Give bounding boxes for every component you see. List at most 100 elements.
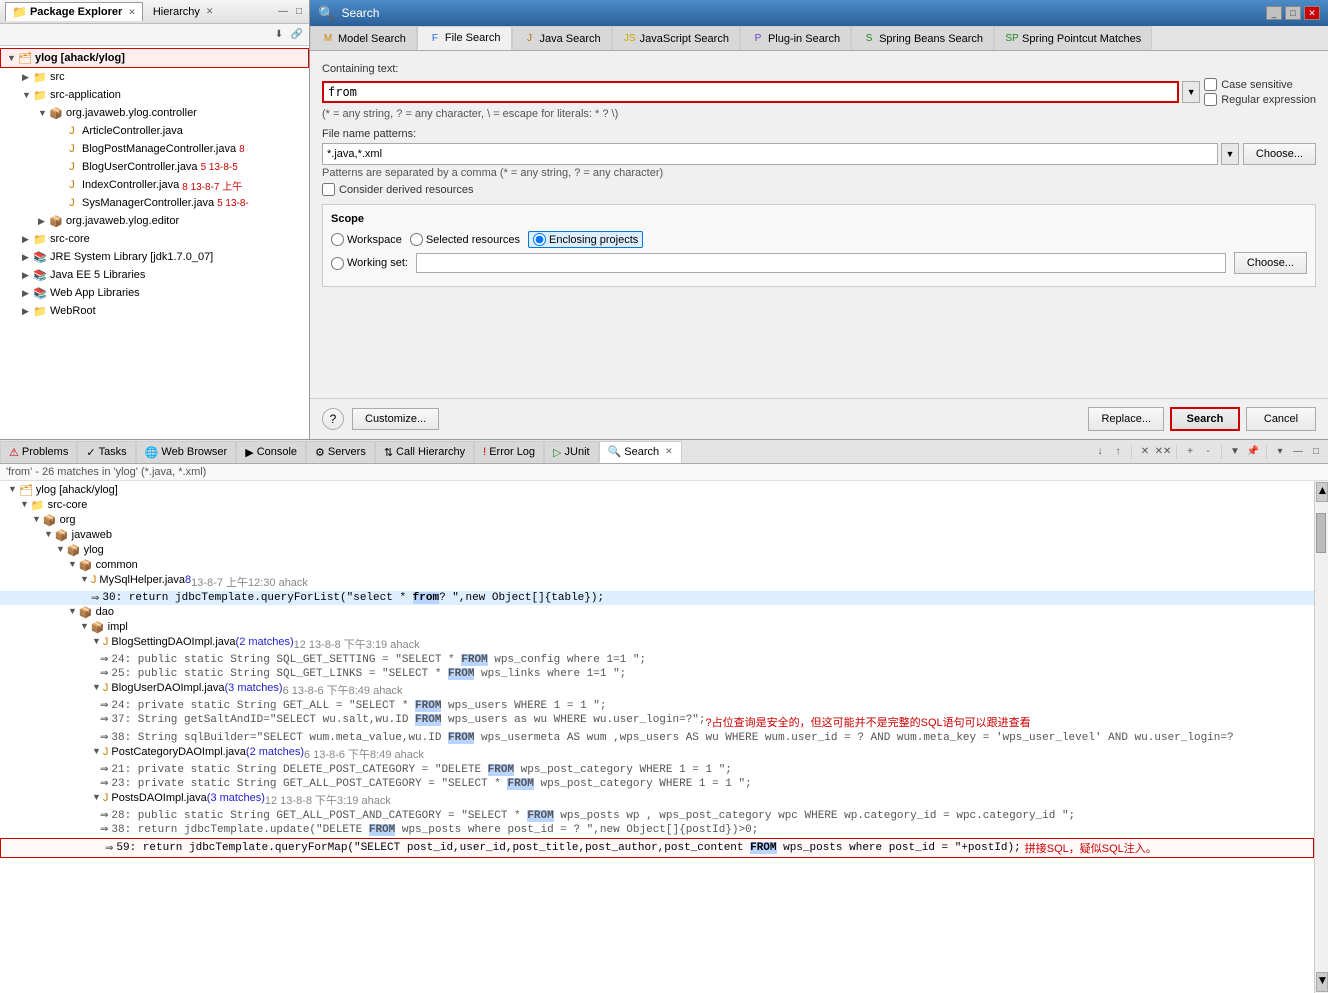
close-hierarchy-icon[interactable]: ✕ bbox=[206, 6, 214, 17]
scope-workspace-radio[interactable] bbox=[331, 233, 344, 246]
result-arrow-mysqlhelper[interactable]: ▼ bbox=[80, 574, 89, 584]
close-package-explorer-icon[interactable]: ✕ bbox=[128, 7, 136, 18]
tab-call-hierarchy[interactable]: ⇅ Call Hierarchy bbox=[375, 441, 474, 463]
collapse-all-results-button[interactable]: - bbox=[1200, 444, 1216, 460]
regular-expression-checkbox[interactable] bbox=[1204, 93, 1217, 106]
result-arrow-common[interactable]: ▼ bbox=[68, 559, 77, 569]
tree-arrow-webapp[interactable]: ▶ bbox=[22, 288, 32, 299]
tree-item-webapp[interactable]: ▶ 📚 Web App Libraries bbox=[0, 284, 309, 302]
scope-selected-radio[interactable] bbox=[410, 233, 423, 246]
result-postcategory-dao[interactable]: ▼ J PostCategoryDAOImpl.java (2 matches)… bbox=[0, 745, 1314, 763]
cancel-button[interactable]: Cancel bbox=[1246, 407, 1316, 431]
next-match-button[interactable]: ↓ bbox=[1092, 444, 1108, 460]
tree-item-jre[interactable]: ▶ 📚 JRE System Library [jdk1.7.0_07] bbox=[0, 248, 309, 266]
consider-derived-label[interactable]: Consider derived resources bbox=[339, 184, 474, 196]
result-arrow-dao[interactable]: ▼ bbox=[68, 606, 77, 616]
result-src-core[interactable]: ▼ 📁 src-core bbox=[0, 498, 1314, 513]
choose-working-set-button[interactable]: Choose... bbox=[1234, 252, 1307, 274]
tree-item-javaee[interactable]: ▶ 📚 Java EE 5 Libraries bbox=[0, 266, 309, 284]
help-button[interactable]: ? bbox=[322, 408, 344, 430]
result-bloguser-dao[interactable]: ▼ J BlogUserDAOImpl.java (3 matches) 6 1… bbox=[0, 681, 1314, 699]
tab-model-search[interactable]: M Model Search bbox=[310, 26, 417, 50]
maximize-panel-icon[interactable]: □ bbox=[294, 6, 304, 17]
containing-text-dropdown[interactable]: ▼ bbox=[1182, 81, 1200, 103]
tree-item-article-controller[interactable]: J ArticleController.java bbox=[0, 122, 309, 140]
working-set-input[interactable] bbox=[416, 253, 1226, 273]
tab-error-log[interactable]: ! Error Log bbox=[474, 441, 544, 463]
scope-selected[interactable]: Selected resources bbox=[410, 233, 520, 246]
tab-console[interactable]: ▶ Console bbox=[236, 441, 306, 463]
result-arrow-blogsetting[interactable]: ▼ bbox=[92, 636, 101, 646]
tab-servers[interactable]: ⚙ Servers bbox=[306, 441, 375, 463]
tab-spring-beans-search[interactable]: S Spring Beans Search bbox=[851, 26, 994, 50]
tab-plugin-search[interactable]: P Plug-in Search bbox=[740, 26, 851, 50]
scrollbar-thumb[interactable] bbox=[1316, 513, 1326, 553]
result-arrow-ylog-sub[interactable]: ▼ bbox=[56, 544, 65, 554]
result-root-ylog[interactable]: ▼ 🗂 ylog [ahack/ylog] bbox=[0, 483, 1314, 498]
tree-item-index-controller[interactable]: J IndexController.java 8 13-8-7 上午 bbox=[0, 176, 309, 194]
customize-button[interactable]: Customize... bbox=[352, 408, 439, 430]
tree-arrow-src[interactable]: ▶ bbox=[22, 72, 32, 83]
result-arrow-src-core[interactable]: ▼ bbox=[20, 499, 29, 509]
tab-problems[interactable]: ⚠ Problems bbox=[0, 441, 77, 463]
scope-working-set[interactable]: Working set: bbox=[331, 257, 408, 270]
tab-javascript-search[interactable]: JS JavaScript Search bbox=[612, 26, 740, 50]
result-arrow-org[interactable]: ▼ bbox=[32, 514, 41, 524]
tab-package-explorer[interactable]: 📁 Package Explorer ✕ bbox=[5, 2, 143, 21]
vertical-scrollbar[interactable]: ▲ ▼ bbox=[1314, 481, 1328, 993]
tree-arrow-controller[interactable]: ▼ bbox=[38, 108, 48, 118]
view-menu-button[interactable]: ▾ bbox=[1272, 444, 1288, 460]
tree-item-src-core[interactable]: ▶ 📁 src-core bbox=[0, 230, 309, 248]
result-javaweb[interactable]: ▼ 📦 javaweb bbox=[0, 528, 1314, 543]
tab-junit[interactable]: ▷ JUnit bbox=[544, 441, 599, 463]
minimize-dialog-button[interactable]: _ bbox=[1266, 6, 1282, 20]
tree-arrow-src-core[interactable]: ▶ bbox=[22, 234, 32, 245]
result-arrow-impl[interactable]: ▼ bbox=[80, 621, 89, 631]
result-posts-dao[interactable]: ▼ J PostsDAOImpl.java (3 matches) 12 13-… bbox=[0, 791, 1314, 809]
search-button[interactable]: Search bbox=[1170, 407, 1240, 431]
scope-enclosing[interactable]: Enclosing projects bbox=[528, 231, 643, 248]
tree-item-editor[interactable]: ▶ 📦 org.javaweb.ylog.editor bbox=[0, 212, 309, 230]
tab-web-browser[interactable]: 🌐 Web Browser bbox=[136, 441, 237, 463]
result-match-blogsetting-25[interactable]: ⇒ 25: public static String SQL_GET_LINKS… bbox=[0, 667, 1314, 681]
consider-derived-checkbox[interactable] bbox=[322, 183, 335, 196]
tree-item-blogpost-controller[interactable]: J BlogPostManageController.java 8 bbox=[0, 140, 309, 158]
tree-item-ylog[interactable]: ▼ 🗂 ylog [ahack/ylog] bbox=[0, 48, 309, 68]
tree-item-webroot[interactable]: ▶ 📁 WebRoot bbox=[0, 302, 309, 320]
tree-item-bloguser-controller[interactable]: J BlogUserController.java 5 13-8-5 bbox=[0, 158, 309, 176]
tab-tasks[interactable]: ✓ Tasks bbox=[77, 441, 135, 463]
link-with-editor-button[interactable]: 🔗 bbox=[289, 27, 305, 43]
tree-arrow-ylog[interactable]: ▼ bbox=[7, 53, 17, 63]
close-search-tab-icon[interactable]: ✕ bbox=[665, 446, 673, 457]
result-match-posts-59[interactable]: ⇒ 59: return jdbcTemplate.queryForMap("S… bbox=[0, 838, 1314, 858]
result-org[interactable]: ▼ 📦 org bbox=[0, 513, 1314, 528]
result-match-posts-28[interactable]: ⇒ 28: public static String GET_ALL_POST_… bbox=[0, 809, 1314, 823]
collapse-all-button[interactable]: ⬇ bbox=[271, 27, 287, 43]
result-arrow-javaweb[interactable]: ▼ bbox=[44, 529, 53, 539]
regular-expression-label[interactable]: Regular expression bbox=[1221, 94, 1316, 106]
scope-workspace[interactable]: Workspace bbox=[331, 233, 402, 246]
remove-result-button[interactable]: ✕ bbox=[1137, 444, 1153, 460]
tree-arrow-jre[interactable]: ▶ bbox=[22, 252, 32, 263]
tree-arrow-editor[interactable]: ▶ bbox=[38, 216, 48, 227]
tab-file-search[interactable]: F File Search bbox=[417, 26, 512, 50]
result-match-bloguser-37[interactable]: ⇒ 37: String getSaltAndID="SELECT wu.sal… bbox=[0, 713, 1314, 731]
remove-all-button[interactable]: ✕✕ bbox=[1155, 444, 1171, 460]
file-name-patterns-input[interactable] bbox=[322, 143, 1218, 165]
scrollbar-down-button[interactable]: ▼ bbox=[1316, 972, 1328, 992]
minimize-bottom-button[interactable]: — bbox=[1290, 444, 1306, 460]
scope-enclosing-radio[interactable] bbox=[533, 233, 546, 246]
result-match-blogsetting-24[interactable]: ⇒ 24: public static String SQL_GET_SETTI… bbox=[0, 653, 1314, 667]
expand-all-button[interactable]: + bbox=[1182, 444, 1198, 460]
result-impl[interactable]: ▼ 📦 impl bbox=[0, 620, 1314, 635]
result-common[interactable]: ▼ 📦 common bbox=[0, 558, 1314, 573]
tree-item-sysmanager-controller[interactable]: J SysManagerController.java 5 13-8- bbox=[0, 194, 309, 212]
result-dao[interactable]: ▼ 📦 dao bbox=[0, 605, 1314, 620]
minimize-panel-icon[interactable]: — bbox=[276, 6, 290, 17]
scrollbar-up-button[interactable]: ▲ bbox=[1316, 482, 1328, 502]
choose-patterns-button[interactable]: Choose... bbox=[1243, 143, 1316, 165]
replace-button[interactable]: Replace... bbox=[1088, 407, 1164, 431]
tree-arrow-webroot[interactable]: ▶ bbox=[22, 306, 32, 317]
result-match-bloguser-24[interactable]: ⇒ 24: private static String GET_ALL = "S… bbox=[0, 699, 1314, 713]
result-match-postcategory-21[interactable]: ⇒ 21: private static String DELETE_POST_… bbox=[0, 763, 1314, 777]
